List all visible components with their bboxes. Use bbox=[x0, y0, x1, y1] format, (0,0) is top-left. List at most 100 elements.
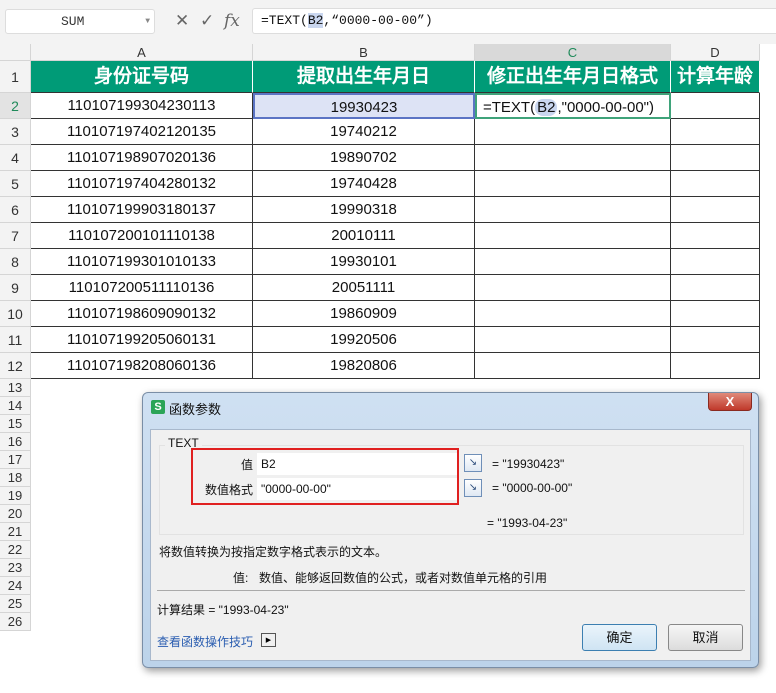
cell-age[interactable] bbox=[671, 119, 760, 145]
row-header[interactable]: 13 bbox=[0, 379, 31, 397]
calc-result: 计算结果 = "1993-04-23" bbox=[157, 603, 289, 617]
cell-birthdate[interactable]: 19990318 bbox=[253, 197, 475, 223]
cell-id[interactable]: 110107200101110138 bbox=[31, 223, 253, 249]
row-header[interactable]: 20 bbox=[0, 505, 31, 523]
cell-age[interactable] bbox=[671, 301, 760, 327]
cell-age[interactable] bbox=[671, 197, 760, 223]
cell-age[interactable] bbox=[671, 353, 760, 379]
ok-button[interactable]: 确定 bbox=[582, 624, 657, 651]
row-header[interactable]: 7 bbox=[0, 223, 31, 249]
cancel-icon[interactable]: ✕ bbox=[175, 11, 189, 31]
formula-input[interactable]: =TEXT(B2,“0000-00-00”) bbox=[252, 8, 776, 34]
help-link[interactable]: 查看函数操作技巧 bbox=[157, 633, 253, 650]
cell-birthdate[interactable]: 19890702 bbox=[253, 145, 475, 171]
row-header[interactable]: 3 bbox=[0, 119, 31, 145]
row-header[interactable]: 10 bbox=[0, 301, 31, 327]
name-box[interactable]: SUM ▼ bbox=[5, 9, 155, 34]
edit-suffix: ,"0000-00-00") bbox=[557, 99, 654, 116]
row-header[interactable]: 22 bbox=[0, 541, 31, 559]
cell-formatted[interactable] bbox=[475, 275, 671, 301]
cell-id[interactable]: 110107199205060131 bbox=[31, 327, 253, 353]
cell-birthdate[interactable]: 19930101 bbox=[253, 249, 475, 275]
cell-birthdate[interactable]: 19920506 bbox=[253, 327, 475, 353]
cell-formatted[interactable] bbox=[475, 353, 671, 379]
range-picker-icon[interactable]: ↘ bbox=[464, 479, 482, 497]
arg1-input[interactable]: B2 bbox=[257, 453, 457, 475]
cell-age[interactable] bbox=[671, 223, 760, 249]
cell-age[interactable] bbox=[671, 93, 760, 119]
column-header-C[interactable]: C bbox=[475, 44, 671, 61]
range-picker-icon[interactable]: ↘ bbox=[464, 454, 482, 472]
fx-icon[interactable]: fx bbox=[224, 11, 240, 31]
cell-id[interactable]: 110107200511110136 bbox=[31, 275, 253, 301]
row-header[interactable]: 19 bbox=[0, 487, 31, 505]
row-header[interactable]: 6 bbox=[0, 197, 31, 223]
cell-formatted[interactable] bbox=[475, 197, 671, 223]
select-all-corner[interactable] bbox=[0, 44, 31, 61]
cell-birthdate[interactable]: 19740212 bbox=[253, 119, 475, 145]
cell-birthdate[interactable]: 19930423 bbox=[253, 93, 475, 119]
row-header[interactable]: 25 bbox=[0, 595, 31, 613]
cell-formatted[interactable] bbox=[475, 119, 671, 145]
arg2-label: 数值格式 bbox=[204, 483, 253, 497]
cell-id[interactable]: 110107197404280132 bbox=[31, 171, 253, 197]
cell-id[interactable]: 110107198609090132 bbox=[31, 301, 253, 327]
formula-bar-area: SUM ▼ ✕ ✓ fx =TEXT(B2,“0000-00-00”) bbox=[0, 0, 776, 44]
arg-help-text: 数值、能够返回数值的公式，或者对数值单元格的引用 bbox=[259, 571, 548, 585]
row-header[interactable]: 16 bbox=[0, 433, 31, 451]
row-header-1[interactable]: 1 bbox=[0, 61, 31, 93]
row-header[interactable]: 11 bbox=[0, 327, 31, 353]
cell-formatted[interactable] bbox=[475, 249, 671, 275]
cell-birthdate[interactable]: 20010111 bbox=[253, 223, 475, 249]
cell-age[interactable] bbox=[671, 275, 760, 301]
row-header[interactable]: 2 bbox=[0, 93, 31, 119]
cell-id[interactable]: 110107198907020136 bbox=[31, 145, 253, 171]
row-header[interactable]: 21 bbox=[0, 523, 31, 541]
column-header-D[interactable]: D bbox=[671, 44, 760, 61]
arg1-label: 值 bbox=[240, 458, 253, 472]
cell-formatted[interactable] bbox=[475, 171, 671, 197]
cell-editing[interactable]: =TEXT(B2 ,"0000-00-00") bbox=[475, 93, 671, 119]
row-header[interactable]: 4 bbox=[0, 145, 31, 171]
cell-birthdate[interactable]: 19820806 bbox=[253, 353, 475, 379]
header-cell: 身份证号码 bbox=[31, 61, 253, 93]
row-header[interactable]: 23 bbox=[0, 559, 31, 577]
app-logo-icon: S bbox=[151, 400, 165, 414]
cell-id[interactable]: 110107199304230113 bbox=[31, 93, 253, 119]
row-header[interactable]: 18 bbox=[0, 469, 31, 487]
cell-birthdate[interactable]: 19860909 bbox=[253, 301, 475, 327]
row-header[interactable]: 17 bbox=[0, 451, 31, 469]
cell-id[interactable]: 110107199301010133 bbox=[31, 249, 253, 275]
close-button[interactable]: X bbox=[708, 393, 752, 411]
column-header-A[interactable]: A bbox=[31, 44, 253, 61]
cell-age[interactable] bbox=[671, 327, 760, 353]
row-header[interactable]: 9 bbox=[0, 275, 31, 301]
function-arguments-dialog: S 函数参数 X TEXT 值 B2 数值格式 "0000-00-00" ↘ ↘… bbox=[142, 392, 759, 668]
row-header[interactable]: 12 bbox=[0, 353, 31, 379]
cell-birthdate[interactable]: 20051111 bbox=[253, 275, 475, 301]
row-header[interactable]: 5 bbox=[0, 171, 31, 197]
chevron-down-icon[interactable]: ▼ bbox=[145, 10, 150, 33]
column-header-B[interactable]: B bbox=[253, 44, 475, 61]
cell-age[interactable] bbox=[671, 249, 760, 275]
cell-formatted[interactable] bbox=[475, 301, 671, 327]
confirm-icon[interactable]: ✓ bbox=[200, 11, 214, 31]
cell-id[interactable]: 110107199903180137 bbox=[31, 197, 253, 223]
row-header[interactable]: 8 bbox=[0, 249, 31, 275]
video-icon[interactable]: ▶ bbox=[261, 633, 276, 647]
row-header[interactable]: 24 bbox=[0, 577, 31, 595]
row-header[interactable]: 14 bbox=[0, 397, 31, 415]
cell-age[interactable] bbox=[671, 171, 760, 197]
row-header[interactable]: 15 bbox=[0, 415, 31, 433]
arg2-result: = "0000-00-00" bbox=[492, 481, 573, 495]
cell-birthdate[interactable]: 19740428 bbox=[253, 171, 475, 197]
row-header[interactable]: 26 bbox=[0, 613, 31, 631]
cell-formatted[interactable] bbox=[475, 223, 671, 249]
cell-id[interactable]: 110107198208060136 bbox=[31, 353, 253, 379]
cell-formatted[interactable] bbox=[475, 327, 671, 353]
cell-formatted[interactable] bbox=[475, 145, 671, 171]
cell-age[interactable] bbox=[671, 145, 760, 171]
cancel-button[interactable]: 取消 bbox=[668, 624, 743, 651]
cell-id[interactable]: 110107197402120135 bbox=[31, 119, 253, 145]
arg2-input[interactable]: "0000-00-00" bbox=[257, 478, 457, 500]
